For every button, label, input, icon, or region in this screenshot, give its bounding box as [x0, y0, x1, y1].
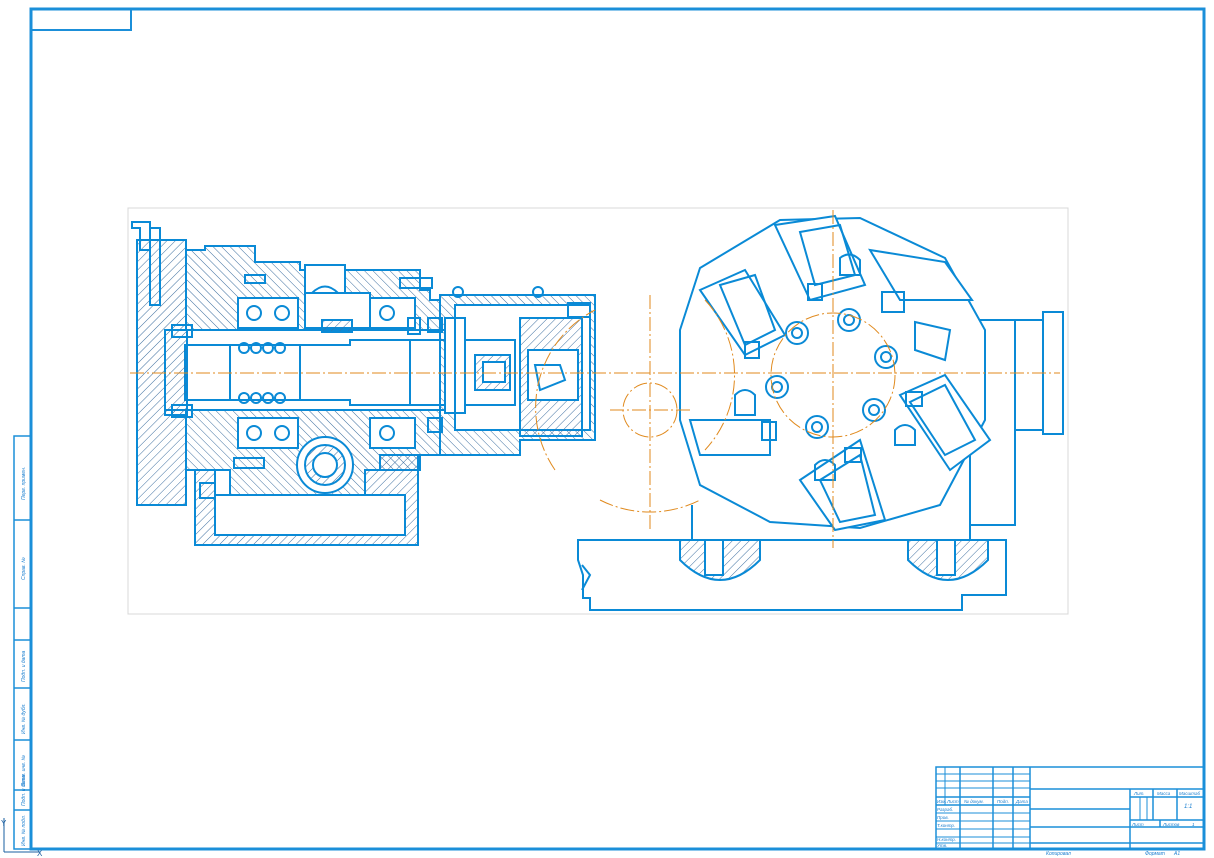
end-view — [577, 214, 1064, 611]
strip-label: Инв. № дубл. — [21, 703, 27, 734]
lit-head: Лит. — [1133, 791, 1145, 796]
svg-text:Y: Y — [1, 819, 7, 828]
section-view — [131, 221, 596, 546]
format-value: A1 — [1173, 851, 1180, 857]
svg-text:X: X — [37, 849, 43, 858]
row-label: Пров. — [937, 815, 949, 820]
row-label: Разраб. — [937, 807, 953, 812]
col-head: Изм. — [937, 799, 947, 804]
col-head: Дата — [1015, 799, 1028, 804]
copied-label: Копировал — [1046, 851, 1071, 857]
title-block — [935, 766, 1205, 850]
row-label: Утв. — [937, 843, 947, 848]
drawing-sheet: Перв. примен. Справ. № Подп. и дата Инв.… — [1, 7, 1206, 858]
sheet-label: Лист — [1131, 822, 1144, 827]
strip-label: Подп. и дата — [21, 774, 27, 806]
title-block-text: Изм. Лист № докум. Подп. Дата Разраб. Пр… — [937, 791, 1200, 857]
strip-label: Подп. и дата — [21, 650, 27, 682]
col-head: Подп. — [997, 799, 1009, 804]
col-head: № докум. — [964, 799, 984, 804]
format-label: Формат — [1145, 851, 1165, 857]
strip-label: Справ. № — [21, 557, 27, 580]
row-label: Н.контр. — [937, 837, 956, 842]
side-strip-labels: Перв. примен. Справ. № Подп. и дата Инв.… — [21, 467, 27, 846]
row-label: Т.контр. — [937, 823, 955, 828]
strip-label: Инв. № подл. — [21, 815, 27, 846]
strip-label: Перв. примен. — [21, 467, 27, 500]
scale-value: 1:1 — [1184, 804, 1192, 810]
lit-head: Масса — [1157, 791, 1171, 796]
lit-head: Масштаб — [1179, 791, 1200, 796]
sheets-label: Листов — [1162, 822, 1180, 827]
col-head: Лист — [946, 799, 959, 804]
